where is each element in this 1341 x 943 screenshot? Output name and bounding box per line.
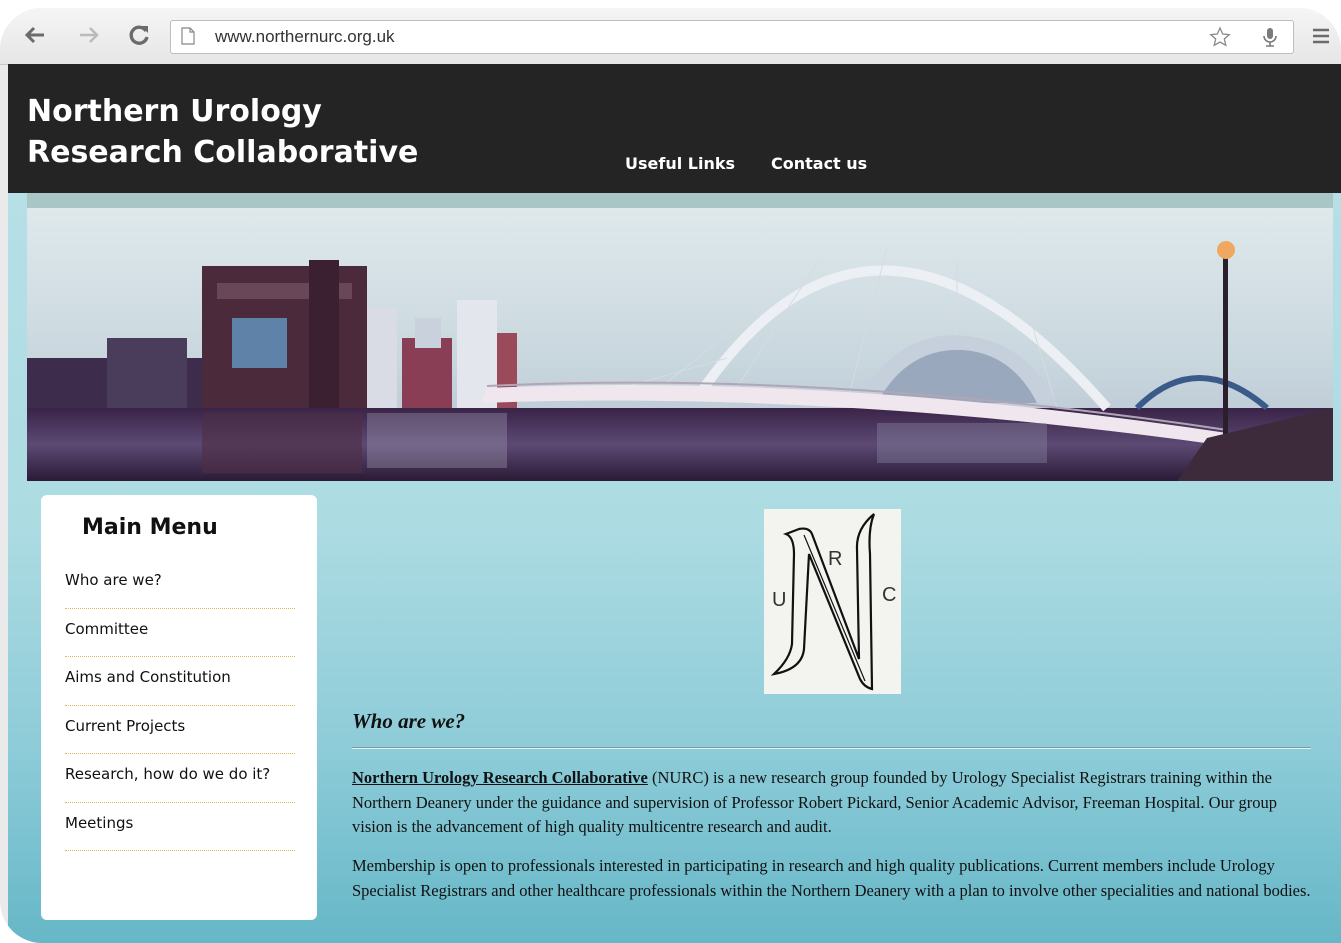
back-arrow-icon[interactable] bbox=[22, 22, 48, 48]
menu-item-research[interactable]: Research, how do we do it? bbox=[65, 765, 270, 783]
nav-useful-links[interactable]: Useful Links bbox=[625, 154, 735, 173]
address-bar[interactable]: www.northernurc.org.uk bbox=[170, 20, 1294, 54]
list-item: Current Projects bbox=[65, 706, 295, 754]
site-title[interactable]: Northern Urology Research Collaborative bbox=[27, 91, 497, 173]
site-header: Northern Urology Research Collaborative … bbox=[8, 64, 1341, 193]
logo-letter-c: C bbox=[882, 584, 896, 606]
microphone-icon[interactable] bbox=[1259, 26, 1281, 48]
list-item: Meetings bbox=[65, 803, 295, 851]
menu-item-current-projects[interactable]: Current Projects bbox=[65, 717, 185, 735]
list-item: Committee bbox=[65, 609, 295, 657]
site-body: Main Menu Who are we? Committee Aims and… bbox=[8, 193, 1341, 943]
sidebar-title: Main Menu bbox=[82, 515, 218, 540]
browser-toolbar: www.northernurc.org.uk bbox=[0, 8, 1341, 65]
list-item: Research, how do we do it? bbox=[65, 754, 295, 803]
menu-list: Who are we? Committee Aims and Constitut… bbox=[65, 560, 295, 851]
star-icon[interactable] bbox=[1209, 26, 1231, 48]
nurc-link[interactable]: Northern Urology Research Collaborative bbox=[352, 768, 648, 787]
browser-window: www.northernurc.org.uk Northern Urology … bbox=[0, 8, 1341, 943]
menu-item-committee[interactable]: Committee bbox=[65, 620, 148, 638]
page-icon bbox=[181, 27, 195, 45]
menu-item-aims-and-constitution[interactable]: Aims and Constitution bbox=[65, 668, 231, 686]
banner-image bbox=[27, 208, 1333, 481]
menu-item-who-are-we[interactable]: Who are we? bbox=[65, 571, 162, 589]
list-item: Who are we? bbox=[65, 560, 295, 609]
logo-letter-r: R bbox=[828, 548, 842, 570]
nav-contact-us[interactable]: Contact us bbox=[771, 154, 867, 173]
content-heading: Who are we? bbox=[352, 709, 466, 733]
site-title-line2: Research Collaborative bbox=[27, 135, 419, 170]
banner-top-strip bbox=[27, 193, 1333, 208]
nurc-logo: U R C bbox=[764, 509, 901, 694]
menu-item-meetings[interactable]: Meetings bbox=[65, 814, 133, 832]
hamburger-menu-icon[interactable] bbox=[1310, 25, 1332, 47]
logo-letter-u: U bbox=[772, 589, 786, 611]
sidebar-main-menu: Main Menu Who are we? Committee Aims and… bbox=[41, 495, 317, 920]
reload-icon[interactable] bbox=[126, 22, 152, 48]
url-text: www.northernurc.org.uk bbox=[215, 27, 395, 46]
content-divider bbox=[352, 747, 1311, 749]
membership-paragraph: Membership is open to professionals inte… bbox=[352, 856, 1311, 900]
forward-arrow-icon[interactable] bbox=[76, 22, 102, 48]
list-item: Aims and Constitution bbox=[65, 657, 295, 706]
site-title-line1: Northern Urology bbox=[27, 94, 322, 129]
intro-paragraph: Northern Urology Research Collaborative … bbox=[352, 766, 1312, 840]
